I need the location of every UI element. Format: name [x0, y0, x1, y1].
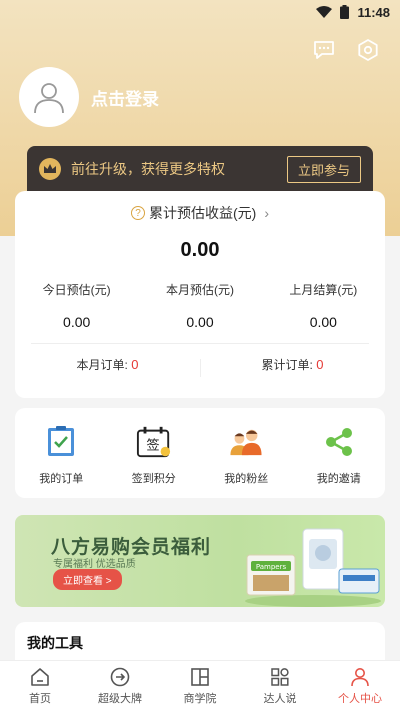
school-icon [189, 666, 211, 688]
login-row[interactable]: 点击登录 [19, 67, 159, 127]
status-time: 11:48 [357, 4, 390, 20]
banner-subtitle: 专属福利 优选品质 [53, 559, 136, 570]
stat-label: 今日预估(元) [42, 283, 111, 297]
chat-icon[interactable] [312, 38, 336, 62]
grid-icon [269, 666, 291, 688]
menu-my-orders[interactable]: 我的订单 [15, 408, 108, 498]
stat-month: 本月预估(元) 0.00 [138, 281, 261, 330]
menu-label: 我的粉丝 [224, 473, 269, 485]
orders-total-label: 累计订单: [261, 358, 313, 372]
wifi-icon [316, 5, 333, 19]
chevron-right-icon: › [264, 205, 269, 221]
gear-icon[interactable] [356, 38, 380, 62]
tab-label: 超级大牌 [98, 693, 142, 705]
tools-title: 我的工具 [27, 635, 83, 651]
member-benefits-banner[interactable]: 八方易购会员福利 专属福利 优选品质 立即查看 > Pampers [15, 515, 385, 607]
stat-value: 0.00 [63, 314, 91, 330]
tab-label: 首页 [29, 693, 51, 705]
earnings-title: 累计预估收益(元) [149, 205, 257, 221]
tab-talent-says[interactable]: 达人说 [240, 661, 320, 710]
clipboard-icon [43, 424, 79, 460]
menu-label: 我的订单 [39, 473, 84, 485]
menu-invites[interactable]: 我的邀请 [293, 408, 386, 498]
tab-label: 达人说 [263, 693, 297, 705]
earnings-title-row[interactable]: ? 累计预估收益(元) › [15, 203, 385, 223]
home-icon [29, 666, 51, 688]
svg-text:签: 签 [146, 437, 159, 454]
tab-home[interactable]: 首页 [0, 661, 80, 710]
product-image: Pampers [245, 528, 381, 607]
menu-card: 我的订单 签 签到积分 我的粉丝 我的邀请 [15, 408, 385, 498]
login-label[interactable]: 点击登录 [91, 85, 159, 110]
fans-icon [228, 424, 264, 460]
tab-super-brands[interactable]: 超级大牌 [80, 661, 160, 710]
battery-icon [340, 5, 350, 19]
stat-value: 0.00 [309, 314, 337, 330]
tab-personal-center[interactable]: 个人中心 [320, 661, 400, 710]
earnings-stats: 今日预估(元) 0.00 本月预估(元) 0.00 上月结算(元) 0.00 [15, 281, 385, 330]
crown-icon [39, 158, 61, 180]
bottom-tab-bar: 首页 超级大牌 商学院 达人说 个人中心 [0, 660, 400, 710]
tab-label: 商学院 [183, 693, 217, 705]
stat-value: 0.00 [186, 314, 214, 330]
divider [31, 343, 369, 344]
status-bar: 11:48 [0, 0, 400, 24]
stat-label: 本月预估(元) [165, 283, 234, 297]
person-icon [349, 666, 371, 688]
user-silhouette-icon [34, 83, 64, 114]
arrow-circle-icon [109, 666, 131, 688]
vertical-divider [200, 359, 201, 377]
orders-total-count: 0 [316, 357, 324, 372]
orders-total[interactable]: 累计订单: 0 [200, 356, 385, 373]
share-icon [321, 424, 357, 460]
vip-upgrade-bar[interactable]: 前往升级，获得更多特权 立即参与 [27, 146, 373, 192]
avatar[interactable] [19, 67, 79, 127]
tab-business-school[interactable]: 商学院 [160, 661, 240, 710]
question-icon[interactable]: ? [131, 206, 145, 220]
orders-month-count: 0 [131, 357, 139, 372]
earnings-card: ? 累计预估收益(元) › 0.00 今日预估(元) 0.00 本月预估(元) … [15, 191, 385, 398]
orders-month[interactable]: 本月订单: 0 [15, 356, 200, 373]
stat-last-month: 上月结算(元) 0.00 [262, 281, 385, 330]
menu-fans[interactable]: 我的粉丝 [200, 408, 293, 498]
stat-label: 上月结算(元) [289, 283, 358, 297]
stat-today: 今日预估(元) 0.00 [15, 281, 138, 330]
tab-label: 个人中心 [338, 693, 382, 705]
product-label: Pampers [256, 563, 287, 571]
calendar-sign-icon: 签 [136, 424, 172, 460]
top-actions [312, 38, 380, 62]
orders-month-label: 本月订单: [76, 358, 128, 372]
vip-join-button[interactable]: 立即参与 [286, 155, 361, 183]
menu-check-in[interactable]: 签 签到积分 [108, 408, 201, 498]
banner-view-button[interactable]: 立即查看 > [53, 569, 122, 590]
earnings-total: 0.00 [180, 239, 220, 261]
menu-label: 签到积分 [131, 473, 176, 485]
menu-label: 我的邀请 [316, 473, 361, 485]
vip-upgrade-text: 前往升级，获得更多特权 [71, 161, 225, 177]
